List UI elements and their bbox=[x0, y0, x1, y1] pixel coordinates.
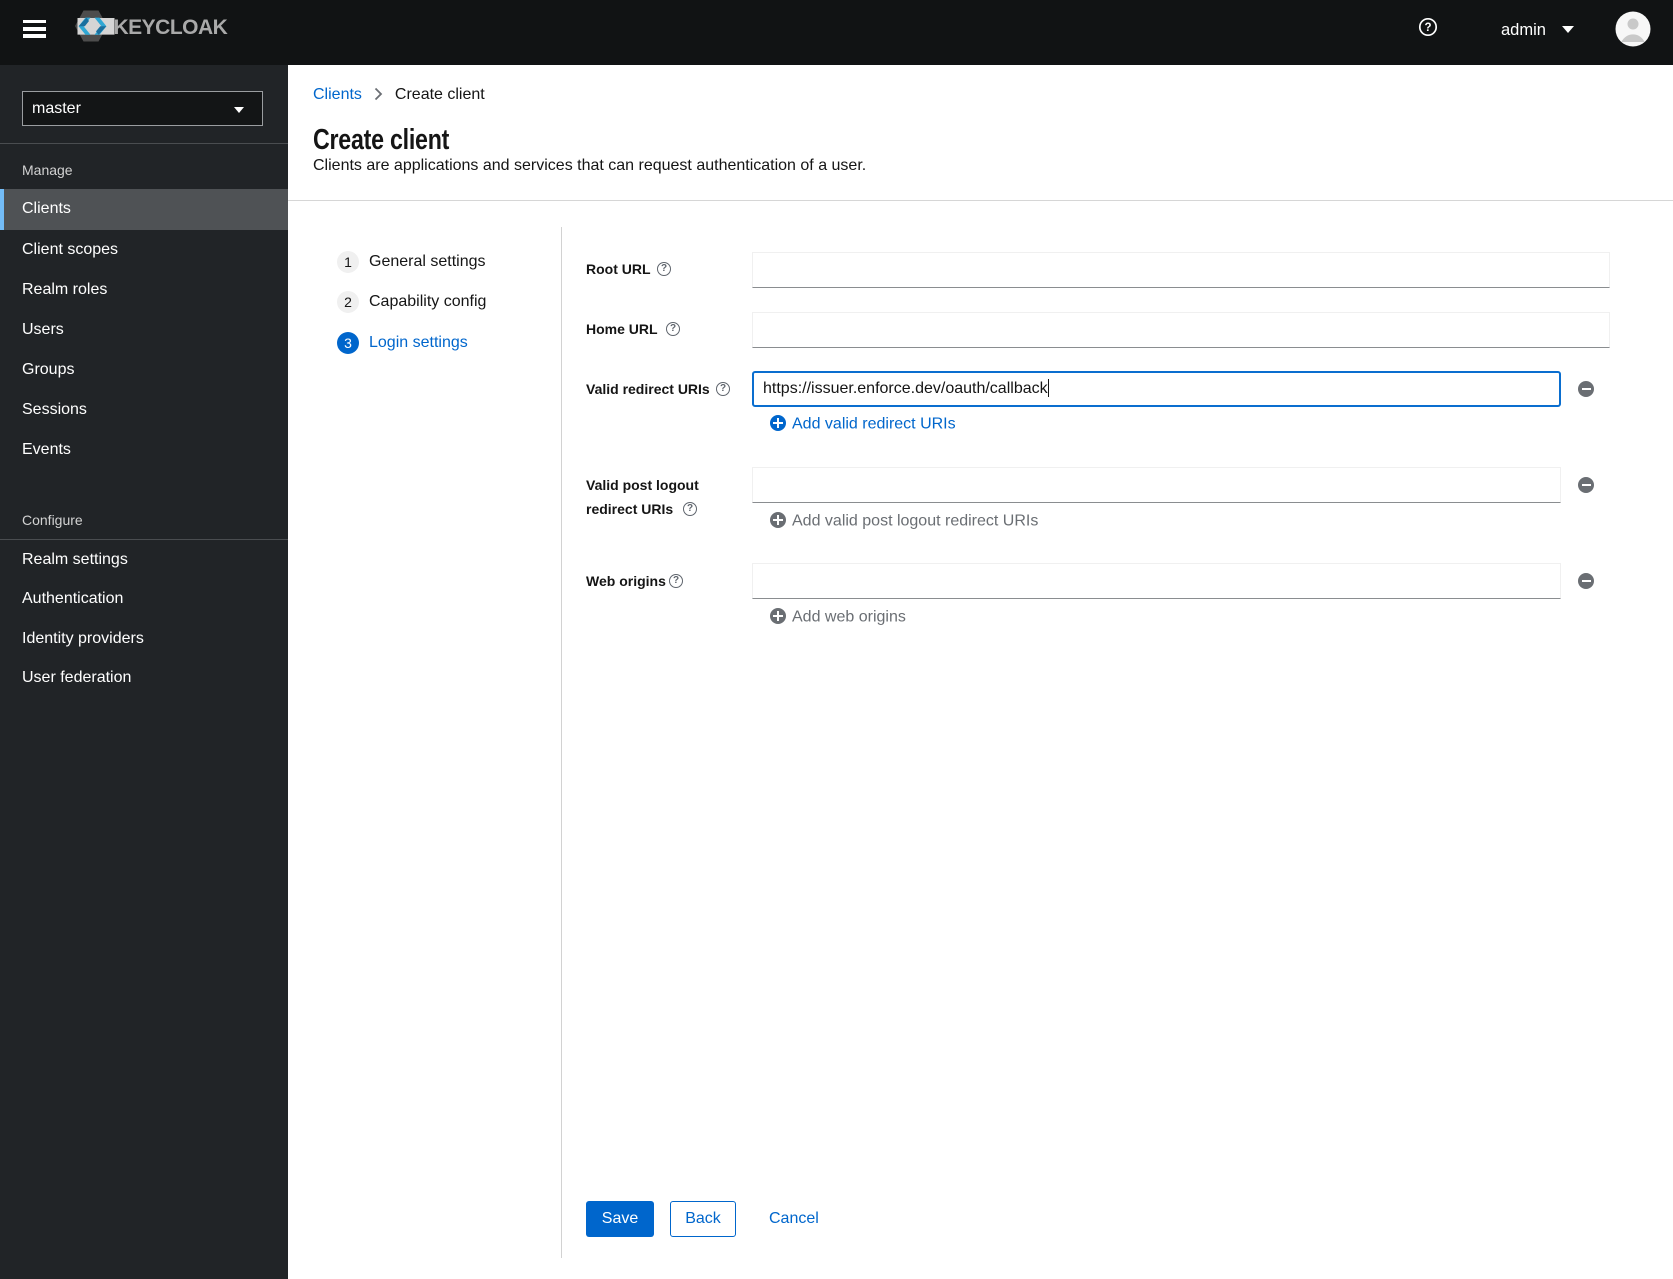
svg-text:?: ? bbox=[1424, 22, 1431, 34]
svg-text:KEYCLOAK: KEYCLOAK bbox=[114, 16, 228, 39]
